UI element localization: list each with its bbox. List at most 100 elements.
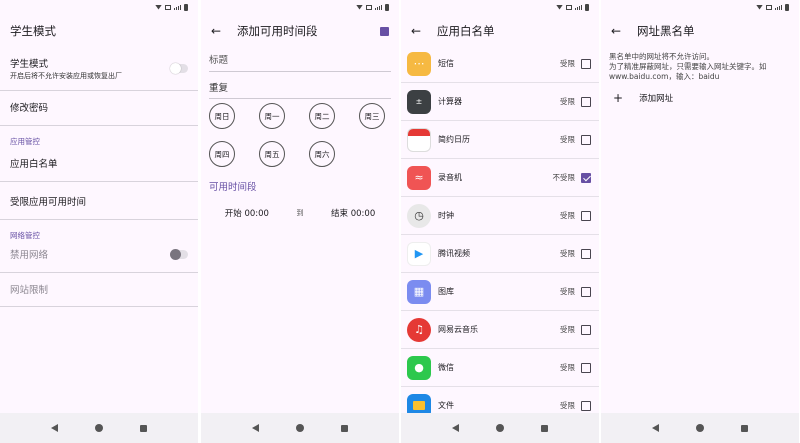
netease-music-icon: ♫ [407, 317, 431, 342]
whitelist-checkbox[interactable] [581, 96, 591, 107]
signal-icon [174, 4, 181, 10]
list-item[interactable]: ◷ 时钟 受限 [401, 197, 599, 235]
whitelist-checkbox[interactable] [581, 134, 591, 145]
nav-back-icon[interactable] [251, 424, 259, 432]
list-item[interactable]: ▶ 腾讯视频 受限 [401, 235, 599, 273]
list-item[interactable]: ♫ 网易云音乐 受限 [401, 311, 599, 349]
wifi-icon [756, 4, 763, 10]
nav-back-icon[interactable] [50, 424, 58, 432]
whitelist-checkbox[interactable] [581, 58, 591, 69]
to-label: 到 [296, 209, 304, 217]
end-time-button[interactable]: 结束 00:00 [331, 207, 375, 219]
back-arrow-icon[interactable]: ← [611, 24, 625, 38]
start-time-button[interactable]: 开始 00:00 [225, 207, 269, 219]
app-name: 图库 [438, 287, 454, 296]
signal-icon [575, 4, 582, 10]
page-title: 网址黑名单 [637, 24, 695, 38]
tencent-video-icon: ▶ [407, 241, 431, 266]
nav-recents-icon[interactable] [541, 424, 549, 432]
screen-app-whitelist: ← 应用白名单 ⋯ 短信 受限 ± 计算器 受限 简约日历 受限 ≈ 录音机 不… [401, 0, 599, 443]
website-limit-item[interactable]: 网站限制 [0, 282, 198, 296]
page-title: 学生模式 [10, 24, 56, 38]
nav-home-icon[interactable] [94, 424, 103, 432]
app-name: 录音机 [438, 173, 462, 182]
day-toggle-fri[interactable]: 周五 [259, 141, 285, 167]
list-item[interactable]: ≈ 录音机 不受限 [401, 159, 599, 197]
nav-recents-icon[interactable] [140, 424, 148, 432]
app-name: 文件 [438, 401, 454, 410]
whitelist-checkbox[interactable] [581, 362, 591, 373]
system-nav-bar [601, 413, 799, 443]
nav-home-icon[interactable] [695, 424, 704, 432]
restriction-status: 受限 [560, 135, 575, 144]
app-bar: 学生模式 [0, 14, 198, 48]
battery-icon [585, 3, 589, 11]
student-mode-toggle[interactable] [170, 63, 188, 74]
app-name: 短信 [438, 59, 454, 68]
title-input[interactable]: 标题 [201, 52, 399, 66]
app-name: 网易云音乐 [438, 325, 478, 334]
clock-icon: ◷ [407, 203, 431, 228]
restriction-status: 受限 [560, 211, 575, 220]
day-toggle-thu[interactable]: 周四 [209, 141, 235, 167]
screen-url-blacklist: ← 网址黑名单 黑名单中的网址将不允许访问。 为了精准屏蔽网址，只需要输入网址关… [601, 0, 799, 443]
status-bar [401, 0, 599, 14]
description-line: 为了精准屏蔽网址，只需要输入网址关键字。如 [609, 62, 767, 71]
student-mode-setting[interactable]: 学生模式 开启后将不允许安装应用或恢复出厂 [0, 56, 198, 81]
back-arrow-icon[interactable]: ← [211, 24, 225, 38]
nav-home-icon[interactable] [495, 424, 504, 432]
student-mode-subtitle: 开启后将不允许安装应用或恢复出厂 [10, 72, 122, 80]
wifi-icon [556, 4, 563, 10]
recorder-icon: ≈ [407, 165, 431, 190]
page-title: 应用白名单 [437, 24, 495, 38]
system-nav-bar [401, 413, 599, 443]
nav-back-icon[interactable] [651, 424, 659, 432]
student-mode-title: 学生模式 [10, 59, 49, 70]
app-name: 简约日历 [438, 135, 470, 144]
app-whitelist-item[interactable]: 应用白名单 [0, 156, 198, 170]
list-item[interactable]: ± 计算器 受限 [401, 83, 599, 121]
nav-back-icon[interactable] [451, 424, 459, 432]
description-line: 黑名单中的网址将不允许访问。 [609, 52, 714, 61]
list-item[interactable]: ▦ 图库 受限 [401, 273, 599, 311]
app-name: 微信 [438, 363, 454, 372]
list-item[interactable]: ⋯ 短信 受限 [401, 45, 599, 83]
day-toggle-tue[interactable]: 周二 [309, 103, 335, 129]
whitelist-checkbox[interactable] [581, 324, 591, 335]
disable-network-setting[interactable]: 禁用网络 [0, 247, 198, 261]
system-nav-bar [201, 413, 399, 443]
sim-icon [366, 4, 372, 10]
restriction-status: 受限 [560, 287, 575, 296]
whitelist-checkbox[interactable] [581, 172, 591, 183]
nav-home-icon[interactable] [295, 424, 304, 432]
time-range-row: 开始 00:00 到 结束 00:00 [201, 207, 399, 219]
list-item[interactable]: ● 微信 受限 [401, 349, 599, 387]
back-arrow-icon[interactable]: ← [411, 24, 425, 38]
limited-app-time-item[interactable]: 受限应用可用时间 [0, 194, 198, 208]
app-name: 腾讯视频 [438, 249, 470, 258]
whitelist-checkbox[interactable] [581, 248, 591, 259]
day-toggle-sat[interactable]: 周六 [309, 141, 335, 167]
add-url-button[interactable]: + 添加网址 [601, 86, 799, 110]
list-item[interactable]: 简约日历 受限 [401, 121, 599, 159]
disable-network-toggle[interactable] [170, 248, 188, 260]
whitelist-checkbox[interactable] [581, 400, 591, 411]
whitelist-checkbox[interactable] [581, 210, 591, 221]
add-url-label: 添加网址 [639, 94, 674, 104]
app-bar: ← 应用白名单 [401, 14, 599, 48]
day-toggle-mon[interactable]: 周一 [259, 103, 285, 129]
section-header-app-control: 应用管控 [10, 137, 40, 146]
whitelist-checkbox[interactable] [581, 286, 591, 297]
nav-recents-icon[interactable] [341, 424, 349, 432]
blacklist-description: 黑名单中的网址将不允许访问。 为了精准屏蔽网址，只需要输入网址关键字。如 www… [601, 52, 799, 82]
change-password-item[interactable]: 修改密码 [0, 100, 198, 114]
day-toggle-wed[interactable]: 周三 [359, 103, 385, 129]
repeat-label: 重复 [209, 83, 229, 94]
app-bar: ← 添加可用时间段 [201, 14, 399, 48]
restriction-status: 受限 [560, 363, 575, 372]
day-toggle-sun[interactable]: 周日 [209, 103, 235, 129]
save-icon[interactable] [380, 26, 389, 36]
nav-recents-icon[interactable] [741, 424, 749, 432]
weekday-selector: 周日 周一 周二 周三 周四 周五 周六 [201, 103, 399, 167]
description-line: www.baidu.com，输入：baidu [609, 72, 720, 81]
